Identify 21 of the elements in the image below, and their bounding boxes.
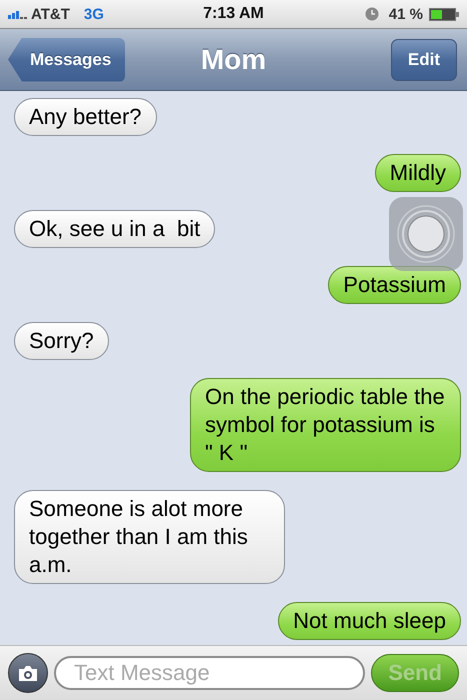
received-message-bubble: Ok, see u in a bit bbox=[14, 210, 216, 248]
received-message-bubble: Sorry? bbox=[14, 322, 109, 360]
battery-percent: 41 % bbox=[388, 6, 423, 22]
conversation-title: Mom bbox=[200, 44, 266, 76]
camera-button[interactable] bbox=[8, 653, 48, 693]
message-input-field[interactable]: Text Message bbox=[54, 656, 366, 690]
sent-message-bubble: Mildly bbox=[374, 154, 461, 192]
sent-message-bubble: Not much sleep bbox=[278, 602, 461, 640]
network-label: 3G bbox=[84, 6, 104, 22]
edit-button[interactable]: Edit bbox=[390, 38, 457, 80]
clock-icon bbox=[364, 7, 379, 21]
camera-icon bbox=[17, 664, 39, 682]
received-message-bubble: Any better? bbox=[14, 98, 157, 136]
received-message-bubble: Someone is alot more together than I am this a.m. bbox=[14, 490, 285, 584]
battery-icon bbox=[429, 8, 459, 20]
carrier-label: AT&T bbox=[31, 6, 70, 22]
back-button[interactable]: Messages bbox=[8, 38, 126, 82]
sent-message-bubble: Potassium bbox=[328, 266, 461, 304]
signal-icon bbox=[8, 9, 27, 19]
status-time: 7:13 AM bbox=[203, 5, 264, 23]
sent-message-bubble: On the periodic table the symbol for potassium is " K " bbox=[190, 378, 461, 472]
